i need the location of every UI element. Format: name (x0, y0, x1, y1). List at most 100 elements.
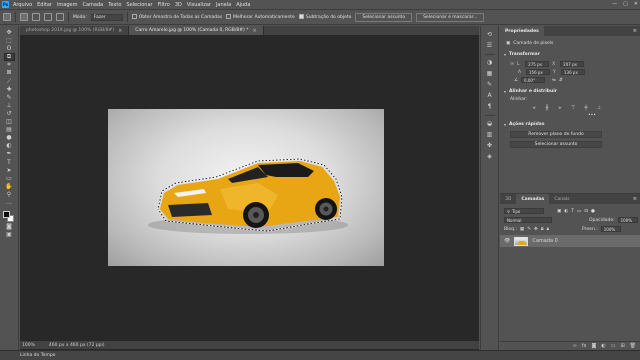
new-selection-icon[interactable] (20, 13, 28, 21)
tab-3d[interactable]: 3D (500, 194, 516, 204)
shape-tool-icon[interactable]: ▭ (5, 175, 14, 182)
quick-mask-icon[interactable]: ◙ (5, 224, 14, 230)
close-icon[interactable]: × (252, 28, 256, 34)
swatches-icon[interactable]: ▦ (487, 71, 493, 77)
healing-brush-tool-icon[interactable]: ✚ (5, 86, 14, 93)
history-icon[interactable]: ⟲ (487, 32, 492, 38)
link-layers-icon[interactable]: ∞ (573, 343, 577, 349)
select-subject-button[interactable]: Selecionar assunto (355, 12, 413, 22)
align-section-header[interactable]: ▾ Alinhar e distribuir (500, 89, 640, 94)
frame-tool-icon[interactable]: ⊠ (5, 70, 14, 76)
libraries-icon[interactable]: ▥ (487, 132, 493, 138)
menu-ajuda[interactable]: Ajuda (236, 2, 250, 8)
link-icon[interactable]: ∞ (510, 61, 514, 67)
quick-actions-section-header[interactable]: ▾ Ações rápidas (500, 122, 640, 127)
menu-imagem[interactable]: Imagem (57, 2, 78, 8)
brush-tool-icon[interactable]: ✎ (5, 94, 14, 101)
gradient-tool-icon[interactable]: ▤ (5, 127, 14, 133)
menu-filtro[interactable]: Filtro (158, 2, 170, 8)
align-top-icon[interactable]: ⊤ (569, 105, 577, 111)
filter-shape-icon[interactable]: ▭ (577, 209, 581, 214)
properties-icon[interactable]: ☰ (487, 43, 492, 49)
paths-icon[interactable]: ✤ (487, 143, 492, 149)
hand-tool-icon[interactable]: ✋ (5, 183, 14, 190)
menu-selecionar[interactable]: Selecionar (126, 2, 152, 8)
object-selection-tool-icon[interactable]: ⧉ (3, 53, 15, 62)
type-tool-icon[interactable]: T (5, 159, 14, 166)
close-icon[interactable]: × (118, 28, 122, 34)
screen-mode-icon[interactable]: ▣ (5, 232, 14, 238)
opacity-field[interactable]: 100% (617, 217, 638, 223)
tab-layers[interactable]: Camadas (516, 194, 550, 204)
dodge-tool-icon[interactable]: ◐ (5, 143, 14, 149)
crop-tool-icon[interactable]: ⌗ (5, 62, 14, 68)
menu-texto[interactable]: Texto (108, 2, 121, 8)
lock-image-icon[interactable]: ✎ (527, 227, 531, 232)
filter-type-icon[interactable]: T (571, 209, 574, 214)
new-layer-icon[interactable]: ⊞ (620, 343, 624, 349)
filter-smart-object-icon[interactable]: ⊡ (584, 209, 588, 214)
tab-channels[interactable]: Canais (549, 194, 574, 204)
lock-artboard-icon[interactable]: ⧈ (541, 226, 544, 232)
pen-tool-icon[interactable]: ✒ (5, 151, 14, 157)
select-and-mask-button[interactable]: Selecionar e mascarar... (416, 12, 485, 22)
move-tool-icon[interactable]: ✥ (5, 30, 14, 36)
height-field[interactable]: 156 px (526, 69, 550, 75)
disclosure-triangle-icon[interactable]: ▾ (504, 122, 506, 127)
disclosure-triangle-icon[interactable]: ▾ (504, 89, 506, 94)
color-swatches[interactable] (2, 210, 16, 223)
visibility-eye-icon[interactable]: 👁︎ (504, 238, 510, 244)
more-options-icon[interactable]: ••• (588, 113, 596, 118)
panel-menu-icon[interactable]: ≡ (633, 28, 637, 34)
document-canvas[interactable] (108, 109, 384, 266)
auto-enhance-checkbox[interactable] (226, 14, 232, 19)
auto-enhance-option[interactable]: Melhorar Automaticamente (226, 14, 295, 20)
remove-background-button[interactable]: Remover plano de fundo (510, 131, 602, 138)
tab-photoshop-2019[interactable]: photoshop 2019.jpg @ 100% (RGB/8#) × (20, 26, 130, 35)
path-selection-tool-icon[interactable]: ➤ (5, 167, 14, 174)
more-tools-icon[interactable]: … (5, 199, 14, 206)
layer-row-camada-0[interactable]: 👁︎ Camada 0 (500, 235, 640, 247)
close-window-button[interactable]: ✕ (634, 1, 638, 7)
styles-icon[interactable]: ◈ (487, 154, 492, 160)
lock-transparent-icon[interactable]: ▦ (520, 227, 524, 232)
angle-field[interactable]: 0,00° (521, 77, 546, 83)
align-middle-vertical-icon[interactable]: ╪ (582, 105, 590, 111)
add-mask-icon[interactable]: ◙ (591, 343, 596, 349)
object-selection-tool-icon[interactable] (3, 13, 11, 21)
flip-vertical-icon[interactable]: ⇵ (559, 78, 563, 83)
filter-toggle-icon[interactable]: ● (591, 209, 595, 214)
align-right-icon[interactable]: ⫸ (556, 105, 564, 111)
minimize-button[interactable]: — (612, 1, 617, 7)
menu-camada[interactable]: Camada (82, 2, 103, 8)
fill-field[interactable]: 100% (600, 226, 621, 232)
layer-name[interactable]: Camada 0 (532, 238, 558, 244)
foreground-color-swatch[interactable] (3, 211, 10, 219)
character-icon[interactable]: A (487, 93, 491, 99)
blur-tool-icon[interactable]: ● (5, 135, 14, 141)
eraser-tool-icon[interactable]: ◫ (5, 119, 14, 125)
align-bottom-icon[interactable]: ⊥ (595, 105, 603, 111)
maximize-button[interactable]: ▢ (623, 1, 628, 7)
blend-mode-select[interactable]: Normal (504, 217, 552, 223)
layer-style-icon[interactable]: fx (582, 343, 587, 349)
adjustment-layer-icon[interactable]: ◐ (601, 343, 605, 349)
mode-select[interactable]: Fazer (90, 13, 123, 21)
zoom-level[interactable]: 100% (22, 343, 35, 348)
history-brush-tool-icon[interactable]: ↺ (5, 110, 14, 117)
color-icon[interactable]: ◑ (487, 60, 492, 66)
width-field[interactable]: 275 px (525, 61, 550, 67)
eyedropper-tool-icon[interactable]: ⟋ (5, 78, 14, 85)
tab-properties[interactable]: Propriedades (500, 26, 544, 36)
menu-janela[interactable]: Janela (216, 2, 231, 8)
intersect-selection-icon[interactable] (56, 13, 64, 21)
lock-position-icon[interactable]: ✥ (534, 227, 538, 232)
clone-stamp-tool-icon[interactable]: ⊥ (5, 102, 14, 109)
sample-all-layers-checkbox[interactable] (131, 14, 137, 19)
disclosure-triangle-icon[interactable]: ▾ (504, 52, 506, 57)
menu-arquivo[interactable]: Arquivo (13, 2, 32, 8)
lasso-tool-icon[interactable]: ʘ (5, 46, 14, 52)
align-center-horizontal-icon[interactable]: ╫ (543, 105, 551, 111)
zoom-tool-icon[interactable]: ⚲ (5, 191, 14, 198)
tab-carro-amarelo[interactable]: Carro Amarelo.jpg @ 100% (Camada 0, RGB/… (129, 26, 264, 35)
